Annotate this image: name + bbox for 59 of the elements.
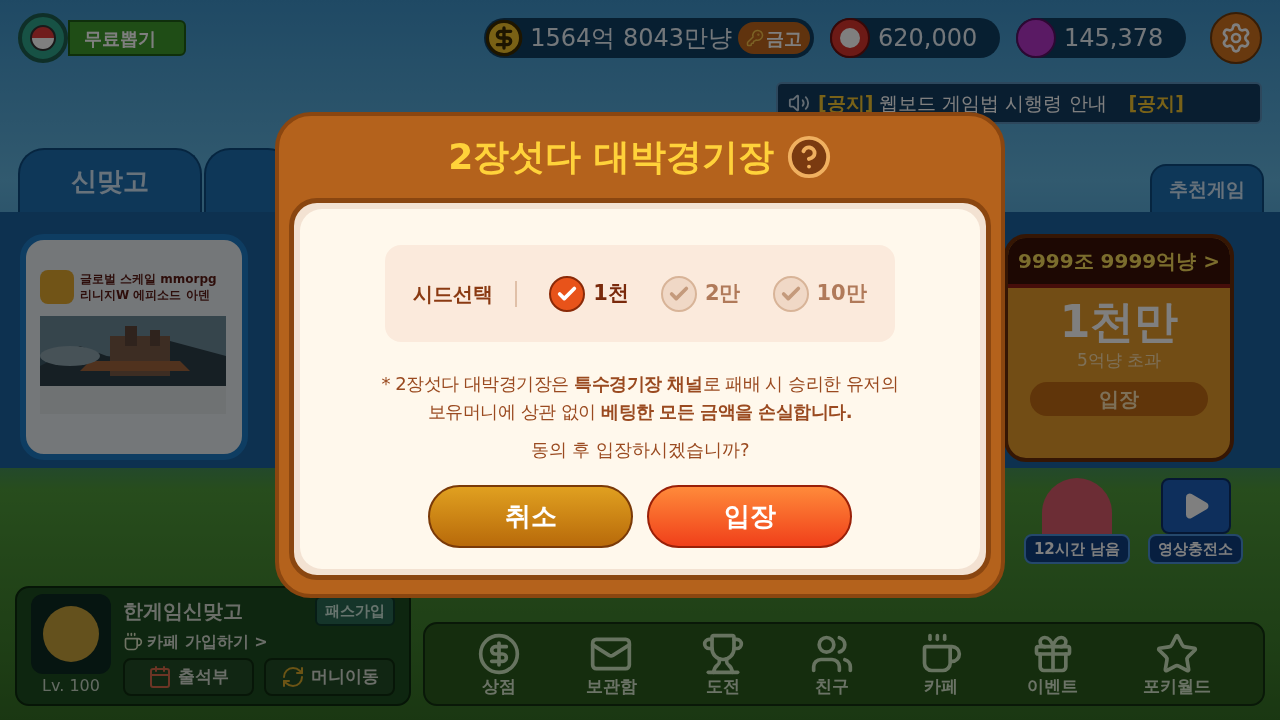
pass-button[interactable]: 패스가입 (315, 596, 395, 626)
game-tab[interactable]: 신맞고 (18, 148, 202, 212)
enter-button[interactable]: 입장 (647, 485, 852, 548)
video-icon (1160, 478, 1231, 534)
attendance-button[interactable]: 출석부 (123, 658, 254, 696)
notice-text: [공지] (1128, 90, 1184, 116)
settings-icon (1220, 22, 1252, 54)
warning-text: * 2장섯다 대박경기장은 특수경기장 채널로 패배 시 승리한 유저의 (381, 372, 899, 396)
seed-amount: 1천만 (1059, 296, 1179, 348)
arena-card[interactable]: 9999조 9999억냥 > 1천만 5억냥 초과 입장 (1004, 234, 1234, 462)
exchange-icon (280, 665, 305, 689)
confirm-question: 동의 후 입장하시겠습니까? (530, 438, 750, 462)
check-icon (772, 275, 809, 312)
level-text: Lv. 100 (42, 675, 100, 697)
dollar-coin-icon (477, 632, 522, 676)
money-counter: 1564억 8043만냥 금고 (484, 18, 814, 58)
nav-button[interactable]: 이벤트 (1027, 632, 1079, 696)
trophy-icon (701, 632, 746, 676)
reward-button[interactable]: 영상충전소 (1148, 534, 1243, 564)
player-name: 한게임신맞고 (123, 598, 243, 625)
reward-button[interactable]: 12시간 남음 (1023, 534, 1130, 564)
settings-button[interactable] (1210, 12, 1262, 64)
cafe-join-link[interactable]: 카페 가입하기 > (123, 630, 395, 654)
cancel-button[interactable]: 취소 (428, 485, 633, 548)
app-icon (40, 270, 74, 304)
jackpot-banner[interactable]: 9999조 9999억냥 > (1008, 238, 1230, 288)
ad-card[interactable]: 글로벌 스케일 mmorpg 리니지W 에피소드 아덴 (20, 234, 248, 460)
warning-text: 보유머니에 상관 없이 베팅한 모든 금액을 손실합니다. (427, 400, 853, 424)
free-draw-button[interactable]: 무료뽑기 (68, 20, 186, 56)
nav-button[interactable]: 상점 (477, 632, 522, 696)
points-counter: 620,000 (830, 18, 1000, 58)
check-icon (660, 275, 697, 312)
coin-icon (484, 18, 525, 58)
vault-button[interactable]: 금고 (738, 22, 810, 54)
nav-button[interactable]: 카페 (918, 632, 963, 696)
seed-option[interactable]: 1천 (549, 275, 629, 312)
nav-button[interactable]: 도전 (701, 632, 746, 696)
seed-option[interactable]: 10만 (772, 275, 867, 312)
recommend-tab[interactable]: 추천게임 (1150, 164, 1264, 212)
condition-text: 5억냥 초과 (1076, 349, 1162, 372)
key-icon (746, 29, 764, 47)
dialog-title: 2장섯다 대박경기장 (448, 135, 774, 179)
nav-button[interactable]: 보관함 (585, 632, 637, 696)
speaker-icon (788, 92, 810, 114)
check-icon (549, 275, 586, 312)
money-transfer-button[interactable]: 머니이동 (264, 658, 395, 696)
seed-label: 시드선택 (413, 280, 494, 308)
notice-text: [공지] 웹보드 게임법 시행령 안내 (818, 90, 1107, 116)
enter-button[interactable]: 입장 (1030, 381, 1208, 416)
nav-button[interactable]: 포키월드 (1142, 632, 1211, 696)
seed-option[interactable]: 2만 (660, 275, 741, 312)
calendar-icon (148, 665, 172, 689)
gems-counter: 145,378 (1016, 18, 1186, 58)
nav-button[interactable]: 친구 (809, 632, 854, 696)
ad-title: 글로벌 스케일 mmorpg (80, 271, 217, 287)
ad-title: 리니지W 에피소드 아덴 (80, 287, 211, 303)
gem-icon (1016, 18, 1056, 58)
cup-icon (123, 632, 143, 652)
help-icon[interactable] (785, 134, 832, 180)
